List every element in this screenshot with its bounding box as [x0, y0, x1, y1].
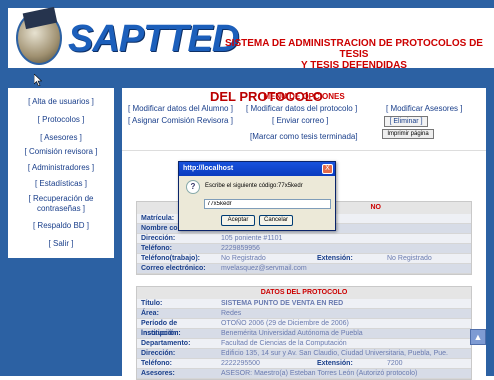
sidebar-item-salir[interactable]: [ Salir ]: [8, 238, 114, 250]
extension-value: 7200: [387, 360, 403, 367]
row-value: Redes: [221, 310, 242, 317]
row-value: Facultad de Ciencias de la Computación: [221, 340, 347, 347]
modify-student-link[interactable]: [ Modificar datos del Alumno ]: [128, 104, 233, 113]
modify-advisors-link[interactable]: [ Modificar Asesores ]: [386, 104, 462, 113]
right-border: [486, 88, 494, 376]
row-label: Dirección:: [141, 350, 176, 357]
sidebar-item-asesores[interactable]: [ Asesores ]: [8, 132, 114, 144]
row-label: Departamento:: [141, 340, 191, 347]
table-row: Dirección: 105 poniente #1101: [137, 234, 471, 244]
table-row: Asesores: ASESOR: Maestro(a) Esteban Torr…: [137, 369, 471, 379]
row-label: Teléfono:: [141, 245, 172, 252]
row-label: Título:: [141, 300, 163, 307]
row-label: Asesores:: [141, 370, 175, 377]
menu-divider: [122, 150, 486, 151]
table-row: Área: Redes: [137, 309, 471, 319]
sidebar-item-administradores[interactable]: [ Administradores ]: [8, 162, 114, 174]
row-value: 2222295500: [221, 360, 260, 367]
table-row: Teléfono(trabajo): No Registrado Extensión…: [137, 254, 471, 264]
row-label: Teléfono(trabajo):: [141, 255, 200, 262]
row-label: Área:: [141, 310, 159, 317]
header-panel: SAPTTED SISTEMA DE ADMINISTRACION DE PRO…: [8, 6, 494, 71]
header-band: [0, 74, 494, 88]
row-value: No Registrado: [221, 255, 266, 262]
delete-button[interactable]: [ Eliminar ]: [384, 116, 428, 127]
extension-value: No Registrado: [387, 255, 432, 262]
extension-label: Extensión:: [317, 255, 353, 262]
sidebar-item-alta-usuarios[interactable]: [ Alta de usuarios ]: [8, 96, 114, 108]
table-row: Período de inscripción: OTOÑO 2006 (29 de…: [137, 319, 471, 337]
sidebar-item-recuperacion[interactable]: [ Recuperación de contraseñas ]: [8, 194, 114, 214]
table-row: Dirección: Edificio 135, 14 sur y Av. San…: [137, 349, 471, 359]
row-label: Correo electrónico:: [141, 265, 206, 272]
app-title-line2: Y TESIS DEFENDIDAS: [301, 60, 407, 71]
mouse-cursor-icon: [34, 74, 42, 86]
row-label: Dirección:: [141, 235, 176, 242]
protocol-table-header: DATOS DEL PROTOCOLO: [137, 287, 471, 299]
row-value: ASESOR: Maestro(a) Esteban Torres León (…: [221, 370, 418, 377]
dialog-message: Escribe el siguiente código:77x5kedr: [205, 183, 303, 189]
row-value: OTOÑO 2006 (29 de Diciembre de 2006): [221, 320, 349, 327]
table-row: Teléfono: 2229859956: [137, 244, 471, 254]
table-row: Teléfono: 2222295500 Extensión: 7200: [137, 359, 471, 369]
send-email-link[interactable]: [ Enviar correo ]: [272, 116, 328, 125]
row-value: SISTEMA PUNTO DE VENTA EN RED: [221, 300, 344, 307]
table-row: Departamento: Facultad de Ciencias de la …: [137, 339, 471, 349]
row-label: Institución:: [141, 330, 179, 337]
app-title: SISTEMA DE ADMINISTRACION DE PROTOCOLOS …: [213, 38, 494, 71]
sidebar-item-comision-revisora[interactable]: [ Comisión revisora ]: [8, 146, 114, 158]
mark-finished-link[interactable]: [Marcar como tesis terminada]: [250, 132, 358, 141]
row-value: Edificio 135, 14 sur y Av. San Claudio, …: [221, 350, 448, 357]
scroll-up-icon[interactable]: ▲: [470, 329, 486, 345]
question-icon: ?: [186, 180, 200, 194]
app-title-line1: SISTEMA DE ADMINISTRACION DE PROTOCOLOS …: [225, 38, 483, 60]
sidebar-item-protocolos[interactable]: [ Protocolos ]: [8, 114, 114, 126]
dialog-title: http://localhost: [179, 162, 335, 176]
sidebar-item-estadisticas[interactable]: [ Estadísticas ]: [8, 178, 114, 190]
header-bar: SAPTTED SISTEMA DE ADMINISTRACION DE PRO…: [0, 0, 494, 74]
extension-label: Extensión:: [317, 360, 353, 367]
row-label: Período de inscripción:: [141, 320, 181, 337]
row-value: 2229859956: [221, 245, 260, 252]
row-value: 105 poniente #1101: [221, 235, 283, 242]
table-row: Institución: Benemérita Universidad Autón…: [137, 329, 471, 339]
sidebar-item-respaldo-bd[interactable]: [ Respaldo BD ]: [8, 220, 114, 232]
row-value: mvelasquez@servmail.com: [221, 265, 307, 272]
code-input[interactable]: [204, 199, 331, 209]
close-icon[interactable]: X: [322, 164, 333, 174]
row-value: Benemérita Universidad Autónoma de Puebl…: [221, 330, 363, 337]
modify-protocol-link[interactable]: [ Modificar datos del protocolo ]: [246, 104, 357, 113]
page-section-title: DEL PROTOCOLO: [210, 89, 323, 104]
cancel-button[interactable]: Cancelar: [259, 215, 293, 226]
table-row: Título: SISTEMA PUNTO DE VENTA EN RED: [137, 299, 471, 309]
prompt-dialog: http://localhost X ? Escribe el siguient…: [178, 161, 336, 231]
table-row: Correo electrónico: mvelasquez@servmail.c…: [137, 264, 471, 274]
accept-button[interactable]: Aceptar: [221, 215, 255, 226]
sidebar-nav: [ Alta de usuarios ] [ Protocolos ] [ As…: [8, 88, 114, 258]
print-button[interactable]: Imprimir página: [382, 129, 434, 139]
protocol-data-table: DATOS DEL PROTOCOLO Título: SISTEMA PUNTO…: [136, 286, 472, 380]
row-label: Teléfono:: [141, 360, 172, 367]
assign-committee-link[interactable]: [ Asignar Comisión Revisora ]: [128, 116, 233, 125]
